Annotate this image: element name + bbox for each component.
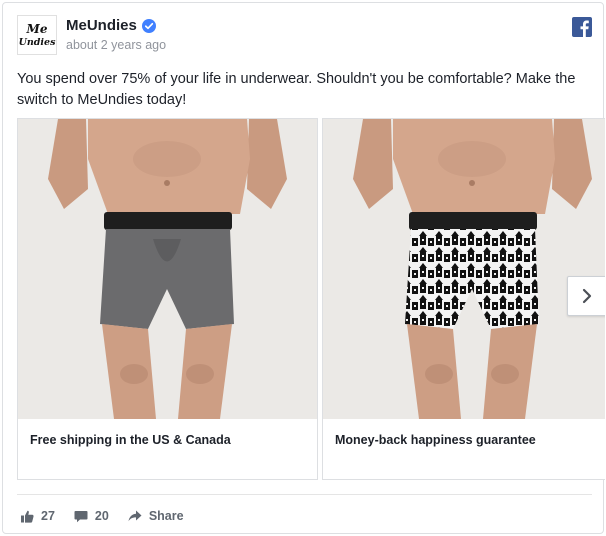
avatar-logo-top: Me	[26, 22, 48, 36]
facebook-logo-icon[interactable]	[572, 17, 592, 37]
thumbs-up-icon	[21, 510, 34, 523]
post-message: You spend over 75% of your life in under…	[17, 71, 576, 108]
share-label[interactable]: Share	[149, 509, 184, 523]
verified-badge-icon	[141, 18, 156, 33]
product-photo-patterned[interactable]	[323, 119, 605, 419]
comment-count[interactable]: 20	[95, 509, 109, 523]
comment-action[interactable]: 20	[74, 509, 109, 523]
page-name-link[interactable]: MeUndies	[66, 17, 156, 34]
comment-icon	[74, 510, 88, 522]
post-timestamp[interactable]: about 2 years ago	[66, 38, 166, 52]
carousel-card-caption[interactable]: Free shipping in the US & Canada	[30, 433, 231, 447]
carousel-next-button[interactable]	[567, 276, 605, 316]
share-action[interactable]: Share	[128, 509, 184, 523]
post-actions: 27 20 Share	[21, 507, 203, 525]
avatar-logo-bottom: Undies	[19, 37, 56, 48]
share-arrow-icon	[128, 510, 142, 522]
meundies-logo-icon: Me Undies	[19, 22, 56, 48]
avatar[interactable]: Me Undies	[17, 15, 57, 55]
page-name[interactable]: MeUndies	[66, 17, 137, 34]
carousel-card[interactable]: Money-back happiness guarantee	[322, 118, 605, 480]
carousel-card[interactable]: Free shipping in the US & Canada	[17, 118, 318, 480]
like-count[interactable]: 27	[41, 509, 55, 523]
carousel-card-caption[interactable]: Money-back happiness guarantee	[335, 433, 536, 447]
image-carousel[interactable]: Free shipping in the US & Canada Money-b…	[17, 118, 605, 480]
actions-divider	[17, 494, 592, 495]
post-header: Me Undies MeUndies about 2 years ago	[17, 15, 592, 59]
product-photo-grey[interactable]	[18, 119, 317, 419]
chevron-right-icon	[582, 288, 592, 304]
post-card: Me Undies MeUndies about 2 years ago You…	[2, 2, 605, 534]
like-action[interactable]: 27	[21, 509, 55, 523]
